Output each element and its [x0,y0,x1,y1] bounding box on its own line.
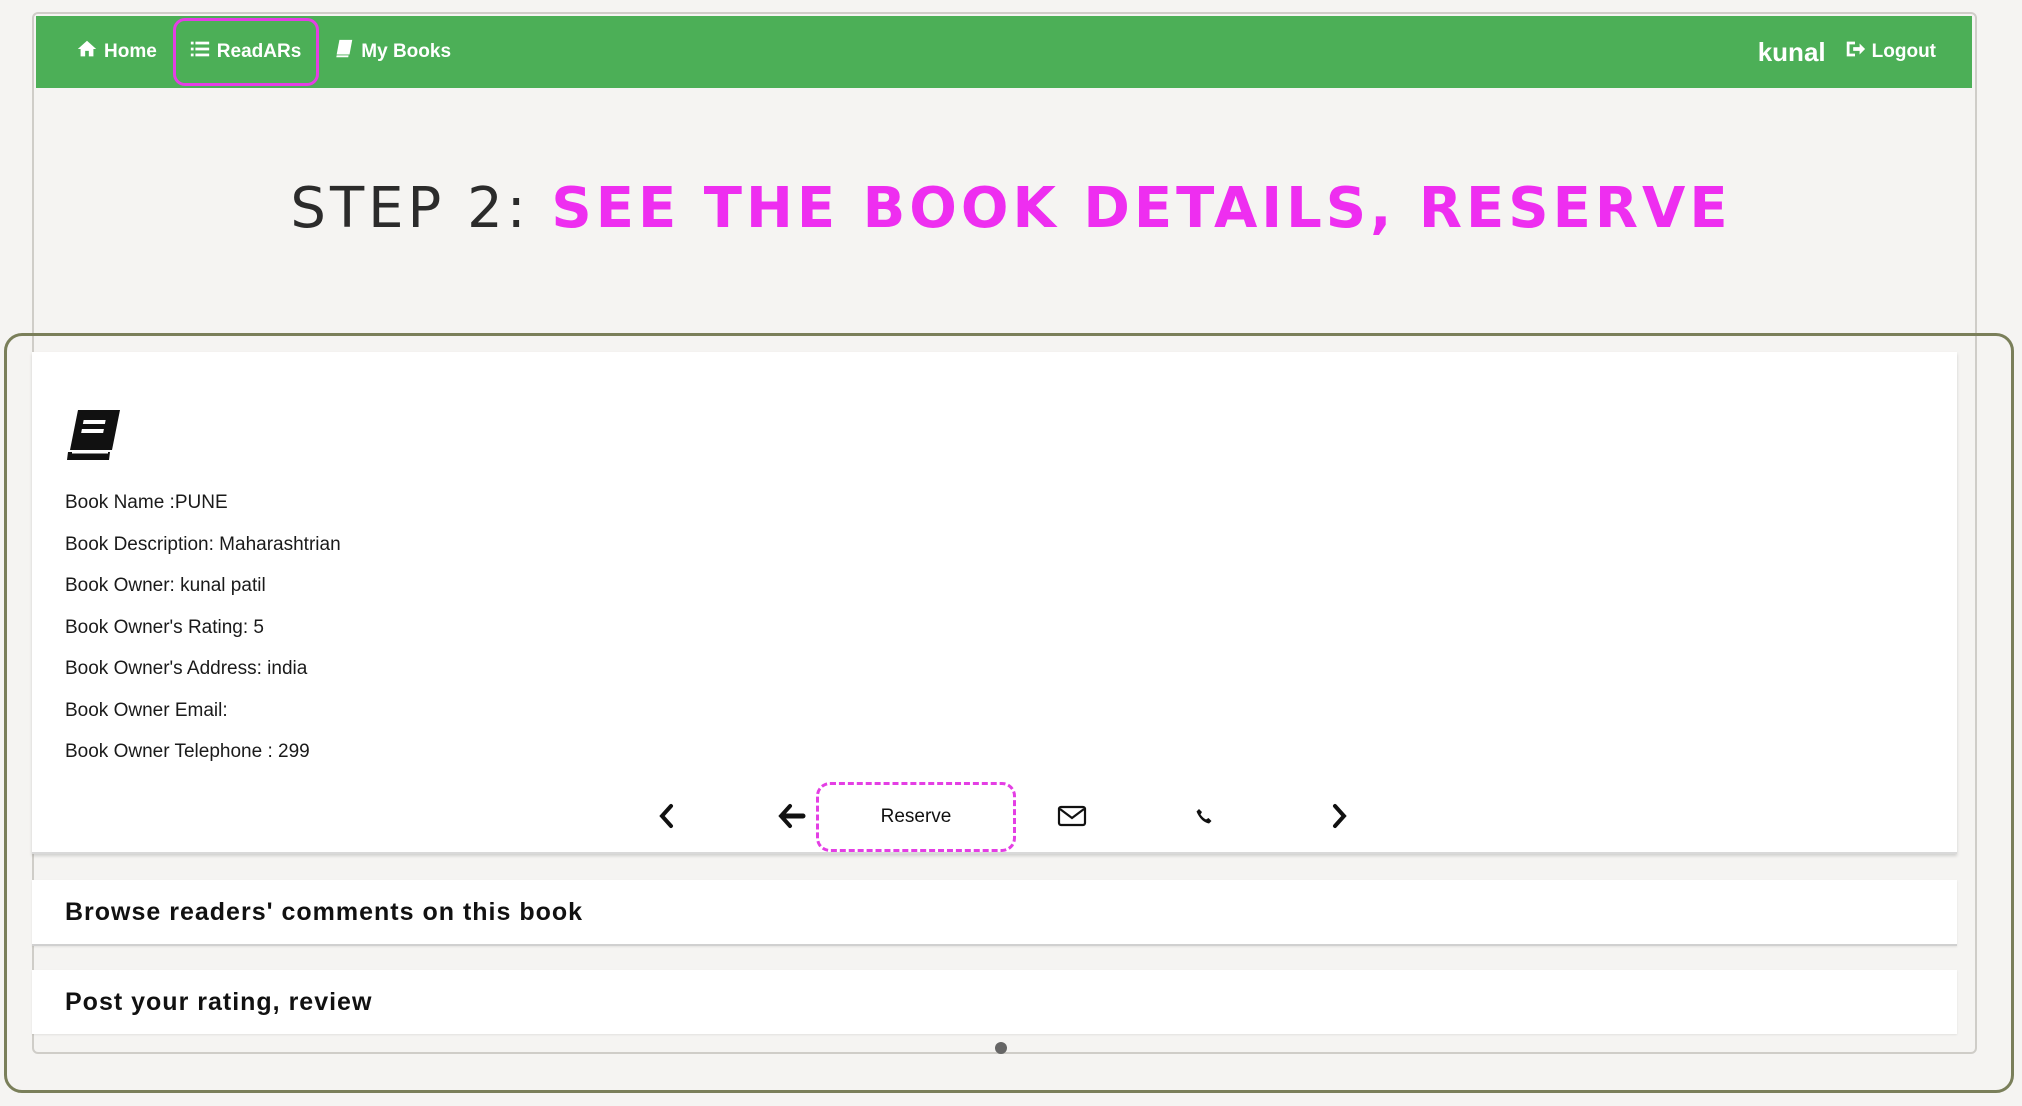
step-heading: STEP 2: SEE THE BOOK DETAILS, RESERVE [0,176,2022,241]
nav-home[interactable]: Home [60,16,173,88]
nav-my-books[interactable]: My Books [317,16,467,88]
book-owner: Book Owner: kunal patil [65,575,266,596]
chevron-left-icon [659,804,673,828]
previous-button[interactable] [648,780,684,852]
logout-icon [1844,38,1866,66]
nav-readars[interactable]: ReadARs [172,16,319,88]
back-button[interactable] [772,780,812,852]
comments-panel-label: Browse readers' comments on this book [65,897,584,926]
book-owner-email: Book Owner Email: [65,699,228,721]
reserve-button[interactable]: Reserve [816,782,1016,852]
username[interactable]: kunal [1758,37,1826,68]
logout-button[interactable]: Logout [1844,16,1936,88]
book-owner-telephone: Book Owner Telephone : 299 [65,741,310,762]
chevron-right-icon [1333,804,1347,828]
book-owner-address: Book Owner's Address: india [65,658,308,679]
book-icon [333,38,355,66]
book-card: Book Name :PUNE Book Description: Mahara… [32,352,1957,854]
top-navbar: Home ReadARs My Books kunal Logout [36,16,1972,88]
arrow-left-icon [778,804,806,828]
home-icon [76,38,98,66]
step-accent: SEE THE BOOK DETAILS, RESERVE [551,176,1732,241]
step-label: STEP 2: [290,176,552,241]
post-review-panel[interactable]: Post your rating, review [32,970,1957,1034]
book-owner-rating: Book Owner's Rating: 5 [65,616,264,638]
envelope-icon [1057,805,1087,827]
phone-icon [1196,809,1212,824]
comments-panel[interactable]: Browse readers' comments on this book [32,880,1957,946]
post-review-panel-label: Post your rating, review [65,987,373,1016]
next-button[interactable] [1322,780,1358,852]
book-name: Book Name :PUNE [65,492,228,513]
email-button[interactable] [1052,780,1092,852]
phone-button[interactable] [1184,780,1224,852]
logout-label: Logout [1871,41,1936,62]
action-bar: Reserve [32,780,1957,852]
book-details: Book Name :PUNE Book Description: Mahara… [65,482,341,773]
scroll-indicator [995,1042,1007,1054]
book-icon [64,408,122,462]
readars-highlight [172,18,319,86]
nav-my-books-label: My Books [361,41,452,62]
nav-home-label: Home [104,41,157,62]
book-description: Book Description: Maharashtrian [65,533,341,555]
